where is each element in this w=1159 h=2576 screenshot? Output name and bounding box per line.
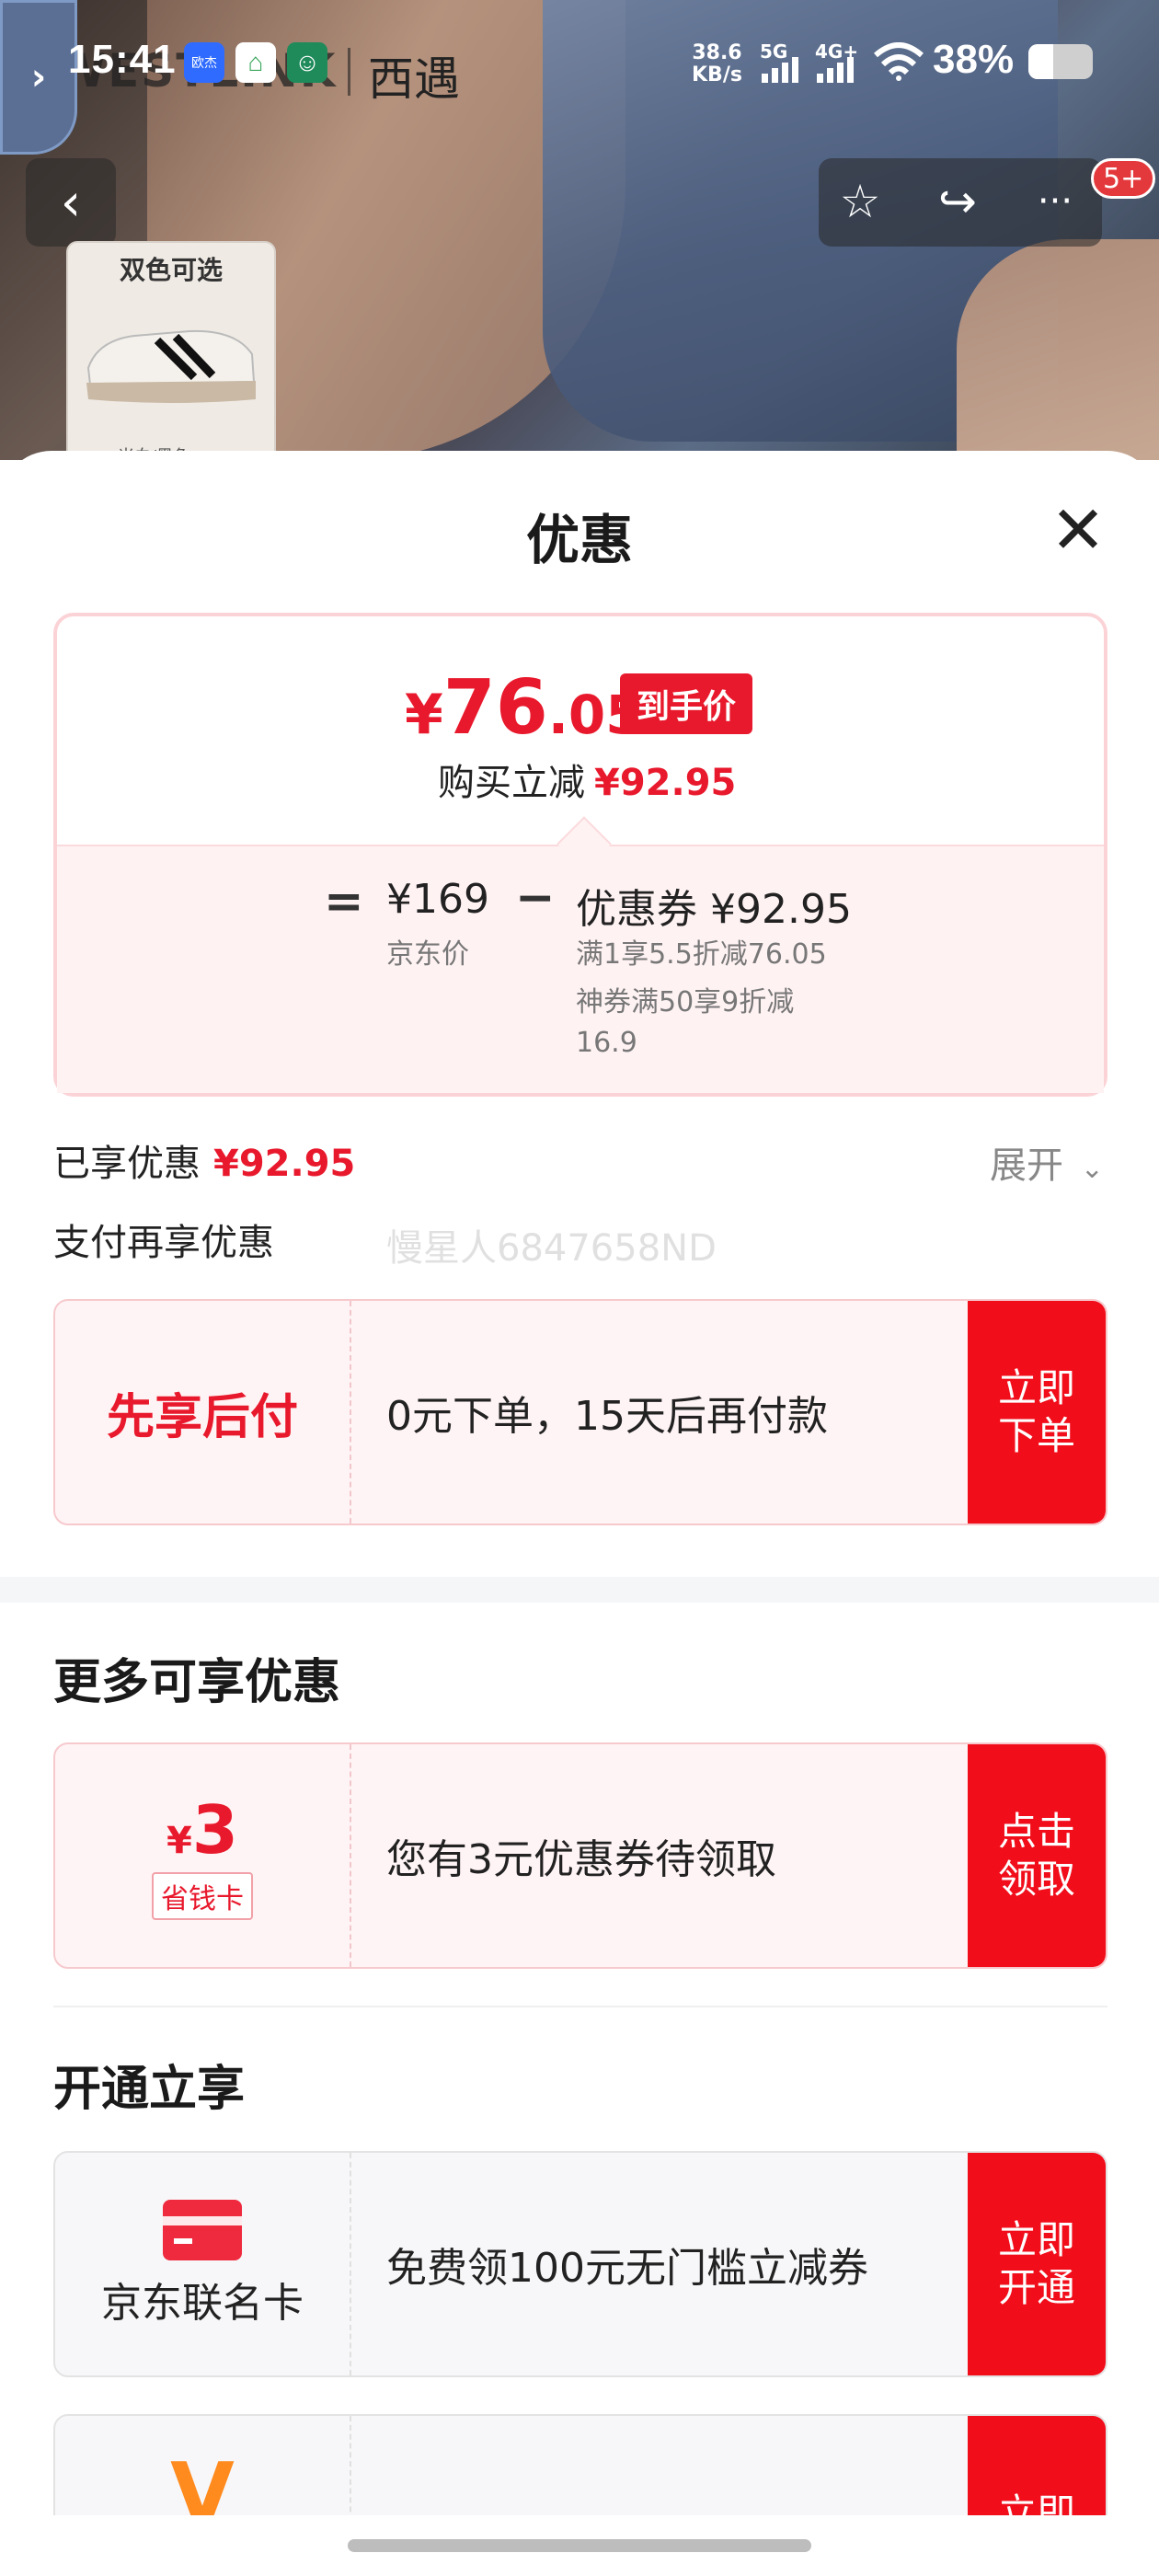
network-speed: 38.6 KB/s (692, 42, 742, 86)
favorite-star-icon[interactable]: ☆ (830, 171, 890, 232)
offer-divider (350, 1744, 351, 1967)
expand-label: 展开 (990, 1144, 1063, 1187)
battery-percent: 38% (933, 37, 1015, 82)
expand-button[interactable]: 展开 ⌄ (990, 1135, 1104, 1189)
wifi-icon (874, 42, 924, 81)
close-icon[interactable]: ✕ (1045, 497, 1111, 563)
final-price-tag: 到手价 (620, 673, 752, 734)
section-divider (0, 1577, 1159, 1603)
coupon-line: 满1享5.5折减76.05 (576, 938, 827, 971)
equals-sign: = (324, 874, 364, 929)
oppo-app-icon: 欧杰 (184, 42, 224, 83)
battery-fill (1028, 44, 1053, 79)
coupon-total: 优惠券 ¥92.95 (576, 886, 852, 933)
co-card-offer: 京东联名卡 免费领100元无门槛立减券 立即 开通 (53, 2151, 1107, 2377)
order-now-label: 立即 下单 (997, 1365, 1075, 1458)
money-card-offer: ¥3 省钱卡 您有3元优惠券待领取 点击 领取 (53, 1742, 1107, 1969)
pay-later-title: 先享后付 (106, 1389, 298, 1445)
coupon-line: 神券满50享9折减16.9 (576, 986, 795, 1059)
jd-price-value: ¥169 (386, 876, 489, 923)
instant-cut: 购买立减 ¥92.95 (438, 753, 736, 806)
money-card-left: ¥3 省钱卡 (55, 1744, 350, 1967)
pay-later-left: 先享后付 (55, 1301, 350, 1524)
final-price-currency: ¥ (405, 683, 443, 747)
pay-later-desc: 0元下单，15天后再付款 (386, 1393, 828, 1440)
pay-later-offer: 先享后付 0元下单，15天后再付款 立即 下单 (53, 1299, 1107, 1525)
co-card-desc: 免费领100元无门槛立减券 (386, 2245, 868, 2292)
enjoyed-value: ¥92.95 (213, 1143, 356, 1185)
money-card-tag: 省钱卡 (152, 1872, 253, 1920)
co-card-name: 京东联名卡 (101, 2280, 304, 2327)
money-card-amount: 3 (191, 1791, 238, 1869)
enjoyed-label: 已享优惠 (53, 1143, 201, 1185)
brand-divider (348, 48, 350, 96)
sneaker-image (86, 329, 256, 403)
brand-logo-cn: 西遇 (368, 52, 460, 106)
color-option-label: 双色可选 (119, 255, 223, 285)
side-expand-tab[interactable]: › (0, 0, 77, 155)
more-options-icon[interactable]: ··· (1025, 171, 1085, 232)
co-card-left: 京东联名卡 (55, 2153, 350, 2375)
open-benefits-title: 开通立享 (53, 2062, 246, 2117)
photo-arm (957, 239, 1159, 460)
network-speed-unit: KB/s (692, 63, 742, 86)
more-offers-title: 更多可享优惠 (53, 1655, 341, 1710)
back-button[interactable]: ‹ (26, 158, 116, 247)
sheet-title: 优惠 (525, 509, 633, 571)
instant-cut-label: 购买立减 (438, 762, 585, 804)
user-watermark: 慢星人6847658ND (386, 1227, 717, 1270)
network-speed-value: 38.6 (692, 41, 742, 64)
open-now-button[interactable]: 立即 开通 (968, 2153, 1106, 2375)
minus-sign: − (515, 870, 556, 926)
money-card-currency: ¥ (166, 1820, 192, 1862)
section-line (53, 2006, 1107, 2007)
pay-more-title: 支付再享优惠 (53, 1222, 274, 1264)
home-indicator[interactable] (348, 2539, 811, 2552)
open-now-label: 立即 开通 (997, 2217, 1075, 2310)
final-price: ¥76.05 (405, 664, 643, 752)
money-card-desc: 您有3元优惠券待领取 (386, 1836, 776, 1883)
share-icon[interactable]: ↪ (927, 171, 988, 232)
money-card-value: ¥3 (166, 1791, 238, 1869)
offer-divider (350, 1301, 351, 1524)
avatar-app-icon: ☺ (287, 42, 327, 83)
chevron-down-icon: ⌄ (1080, 1153, 1104, 1185)
instant-cut-value: ¥92.95 (594, 762, 737, 804)
claim-button[interactable]: 点击 领取 (968, 1744, 1106, 1967)
enjoyed-discount: 已享优惠 ¥92.95 (53, 1133, 355, 1187)
offer-divider (350, 2153, 351, 2375)
jd-price-label: 京东价 (386, 938, 469, 971)
signal-4g-icon (817, 57, 854, 83)
battery-icon (1028, 44, 1093, 79)
signal-5g-icon (762, 57, 798, 83)
order-now-button[interactable]: 立即 下单 (968, 1301, 1106, 1524)
home-app-icon: ⌂ (235, 42, 276, 83)
credit-card-icon (163, 2200, 242, 2260)
status-time: 15:41 (68, 37, 177, 82)
final-price-integer: 76 (442, 664, 548, 752)
claim-label: 点击 领取 (997, 1809, 1075, 1902)
message-badge: 5+ (1091, 158, 1156, 199)
